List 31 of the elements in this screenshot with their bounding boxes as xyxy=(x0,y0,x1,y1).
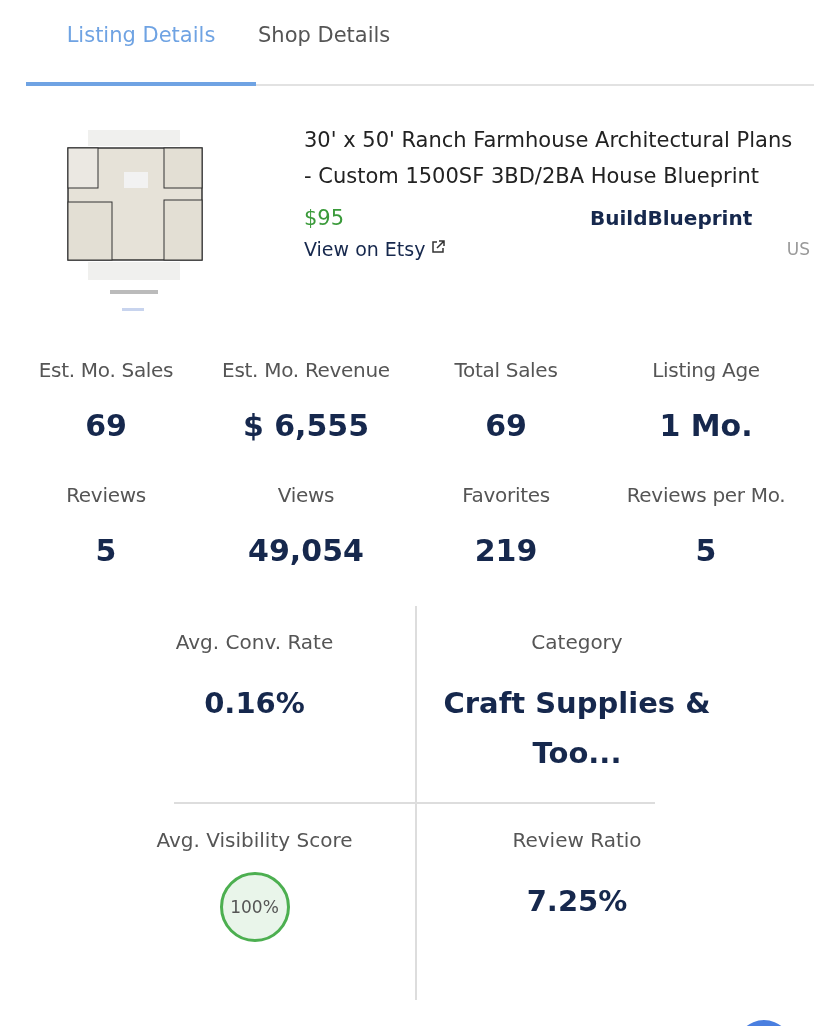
listing-title: 30' x 50' Ranch Farmhouse Architectural Plans - Custom 1500SF 3BD/2BA House Blueprint xyxy=(304,127,794,190)
stat-label: Listing Age xyxy=(652,358,760,382)
country-code: US xyxy=(786,239,810,259)
view-on-etsy-link[interactable]: View on Etsy xyxy=(304,238,446,260)
stat-label: Est. Mo. Revenue xyxy=(222,358,390,382)
stat-label: Views xyxy=(277,483,335,507)
stat-value: 219 xyxy=(474,533,538,568)
metric-label: Review Ratio xyxy=(512,828,642,852)
stat-label: Reviews per Mo. xyxy=(626,483,786,507)
metric-value: 7.25% xyxy=(525,883,629,920)
stat-value: $ 6,555 xyxy=(242,408,370,443)
stat-value: 69 xyxy=(85,408,127,443)
price: $95 xyxy=(304,206,346,230)
stat-value: 69 xyxy=(485,408,527,443)
external-link-icon xyxy=(431,240,446,254)
stat-value: 5 xyxy=(695,533,717,568)
stat-value: 1 Mo. xyxy=(659,408,753,443)
score-badge: 100% xyxy=(219,872,290,942)
metric-label: Avg. Conv. Rate xyxy=(175,630,334,654)
tab[interactable]: Shop Details xyxy=(256,0,391,86)
metric-label: Avg. Visibility Score xyxy=(156,828,353,852)
metric-value: 0.16% xyxy=(203,685,306,722)
stat-label: Est. Mo. Sales xyxy=(38,358,174,382)
metric-label: Category xyxy=(531,630,623,654)
metric-value: Craft Supplies & Too... xyxy=(442,685,712,772)
stat-label: Favorites xyxy=(462,483,550,507)
shop-name: BuildBlueprint xyxy=(590,206,753,230)
stat-value: 5 xyxy=(95,533,117,568)
stat-label: Reviews xyxy=(66,483,146,507)
stat-label: Total Sales xyxy=(454,358,558,382)
stat-value: 49,054 xyxy=(248,533,364,568)
